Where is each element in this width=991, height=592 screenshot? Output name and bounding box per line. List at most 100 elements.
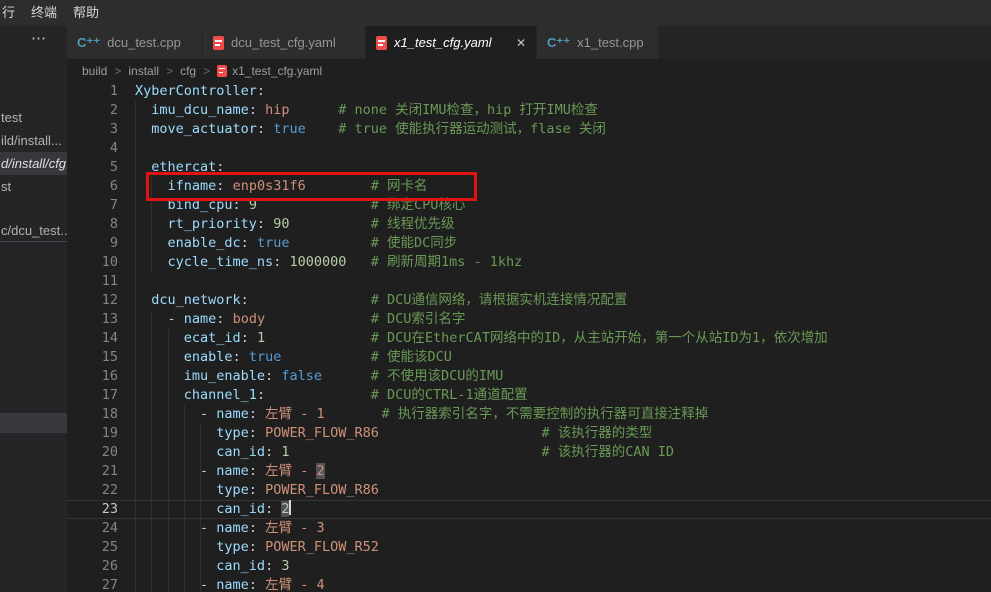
code-line[interactable]: 8 rt_priority: 90 # 线程优先级 — [67, 215, 991, 234]
code-token — [249, 292, 371, 308]
line-number[interactable]: 20 — [67, 443, 118, 462]
breadcrumb-segment-cfg[interactable]: cfg — [180, 64, 196, 78]
more-actions-icon[interactable]: ⋯ — [31, 29, 47, 47]
line-number[interactable]: 11 — [67, 272, 118, 291]
breadcrumb-segment-build[interactable]: build — [82, 64, 107, 78]
code-line[interactable]: 11 — [67, 272, 991, 291]
sidebar-item-test[interactable]: test — [0, 106, 67, 129]
line-number[interactable]: 19 — [67, 424, 118, 443]
line-number[interactable]: 5 — [67, 158, 118, 177]
line-number[interactable]: 12 — [67, 291, 118, 310]
code-editor[interactable]: 1XyberController:2 imu_dcu_name: hip # n… — [67, 82, 991, 592]
sidebar-item-dcu-test[interactable]: c/dcu_test... — [0, 219, 67, 242]
line-number[interactable]: 23 — [67, 500, 118, 519]
tab-close-icon[interactable]: ✕ — [508, 36, 526, 50]
code-token: enp0s31f6 — [233, 178, 306, 194]
code-line[interactable]: 18 - name: 左臂 - 1 # 执行器索引名字，不需要控制的执行器可直接… — [67, 405, 991, 424]
code-line[interactable]: 3 move_actuator: true # true 使能执行器运动测试，f… — [67, 120, 991, 139]
line-text: enable: true # 使能该DCU — [118, 348, 452, 367]
line-number[interactable]: 27 — [67, 576, 118, 592]
code-line[interactable]: 14 ecat_id: 1 # DCU在EtherCAT网络中的ID，从主站开始… — [67, 329, 991, 348]
breadcrumb-file[interactable]: x1_test_cfg.yaml — [217, 64, 322, 78]
line-number[interactable]: 22 — [67, 481, 118, 500]
tab-x1-test-cpp[interactable]: C⁺⁺ x1_test.cpp — [537, 26, 658, 59]
code-token: enable_dc — [168, 235, 241, 251]
code-line[interactable]: 20 can_id: 1 # 该执行器的CAN ID — [67, 443, 991, 462]
code-token: : — [257, 387, 265, 403]
sidebar-item-install-cfg[interactable]: d/install/cfg — [0, 152, 67, 175]
code-token: - — [200, 577, 216, 592]
line-number[interactable]: 10 — [67, 253, 118, 272]
code-line[interactable]: 7 bind_cpu: 9 # 绑定CPU核心 — [67, 196, 991, 215]
code-token — [249, 330, 257, 346]
menu-item-help[interactable]: 帮助 — [65, 0, 107, 26]
line-number[interactable]: 26 — [67, 557, 118, 576]
breadcrumb-segment-install[interactable]: install — [128, 64, 159, 78]
code-line[interactable]: 17 channel_1: # DCU的CTRL-1通道配置 — [67, 386, 991, 405]
code-line[interactable]: 15 enable: true # 使能该DCU — [67, 348, 991, 367]
code-token: : — [257, 83, 265, 99]
line-number[interactable]: 6 — [67, 177, 118, 196]
code-line[interactable]: 2 imu_dcu_name: hip # none 关闭IMU检查，hip 打… — [67, 101, 991, 120]
line-number[interactable]: 24 — [67, 519, 118, 538]
tab-dcu-test-cpp[interactable]: C⁺⁺ dcu_test.cpp — [67, 26, 202, 59]
code-line[interactable]: 4 — [67, 139, 991, 158]
code-line[interactable]: 12 dcu_network: # DCU通信网络，请根据实机连接情况配置 — [67, 291, 991, 310]
code-token: # 线程优先级 — [371, 216, 455, 232]
tab-label: dcu_test.cpp — [107, 35, 181, 50]
code-line[interactable]: 26 can_id: 3 — [67, 557, 991, 576]
code-line[interactable]: 27 - name: 左臂 - 4 — [67, 576, 991, 592]
line-number[interactable]: 14 — [67, 329, 118, 348]
line-number[interactable]: 13 — [67, 310, 118, 329]
code-token — [289, 102, 338, 118]
sidebar-item-build-install[interactable]: ild/install... — [0, 129, 67, 152]
code-line[interactable]: 9 enable_dc: true # 使能DC同步 — [67, 234, 991, 253]
code-token: 左臂 - 3 — [265, 520, 325, 536]
code-line[interactable]: 24 - name: 左臂 - 3 — [67, 519, 991, 538]
code-line[interactable]: 22 type: POWER_FLOW_R86 — [67, 481, 991, 500]
code-token: - — [200, 520, 216, 536]
code-line[interactable]: 16 imu_enable: false # 不使用该DCU的IMU — [67, 367, 991, 386]
line-number[interactable]: 25 — [67, 538, 118, 557]
menu-item-terminal[interactable]: 终端 — [23, 0, 65, 26]
line-number[interactable]: 1 — [67, 82, 118, 101]
tab-dcu-test-cfg-yaml[interactable]: dcu_test_cfg.yaml — [203, 26, 365, 59]
line-number[interactable]: 9 — [67, 234, 118, 253]
code-line[interactable]: 5 ethercat: — [67, 158, 991, 177]
line-text — [118, 139, 135, 158]
code-token — [257, 520, 265, 536]
line-number[interactable]: 16 — [67, 367, 118, 386]
code-line[interactable]: 25 type: POWER_FLOW_R52 — [67, 538, 991, 557]
code-line[interactable]: 21 - name: 左臂 - 2 — [67, 462, 991, 481]
line-number[interactable]: 2 — [67, 101, 118, 120]
line-number[interactable]: 3 — [67, 120, 118, 139]
line-text: - name: 左臂 - 1 # 执行器索引名字，不需要控制的执行器可直接注释掉 — [118, 405, 708, 424]
code-line[interactable]: 19 type: POWER_FLOW_R86 # 该执行器的类型 — [67, 424, 991, 443]
breadcrumb: build > install > cfg > x1_test_cfg.yaml — [67, 59, 991, 82]
line-text: imu_enable: false # 不使用该DCU的IMU — [118, 367, 503, 386]
line-number[interactable]: 21 — [67, 462, 118, 481]
code-token: true — [249, 349, 282, 365]
code-token — [135, 444, 216, 460]
line-number[interactable]: 8 — [67, 215, 118, 234]
sidebar-item-st[interactable]: st — [0, 175, 67, 198]
tab-x1-test-cfg-yaml[interactable]: x1_test_cfg.yaml ✕ — [366, 26, 536, 59]
code-token: ifname — [168, 178, 217, 194]
line-number[interactable]: 7 — [67, 196, 118, 215]
line-number[interactable]: 4 — [67, 139, 118, 158]
code-token: true — [257, 235, 290, 251]
code-line[interactable]: 13 - name: body # DCU索引名字 — [67, 310, 991, 329]
line-number[interactable]: 17 — [67, 386, 118, 405]
line-number[interactable]: 15 — [67, 348, 118, 367]
code-token: # true 使能执行器运动测试，flase 关闭 — [338, 121, 606, 137]
code-token: # 网卡名 — [371, 178, 428, 194]
code-token — [257, 482, 265, 498]
code-token: can_id — [216, 501, 265, 517]
code-token: : — [241, 292, 249, 308]
code-line[interactable]: 1XyberController: — [67, 82, 991, 101]
code-line[interactable]: 10 cycle_time_ns: 1000000 # 刷新周期1ms - 1k… — [67, 253, 991, 272]
code-line[interactable]: 23 can_id: 2 — [67, 500, 991, 519]
line-number[interactable]: 18 — [67, 405, 118, 424]
code-line[interactable]: 6 ifname: enp0s31f6 # 网卡名 — [67, 177, 991, 196]
menu-item-run[interactable]: 行 — [0, 0, 23, 26]
